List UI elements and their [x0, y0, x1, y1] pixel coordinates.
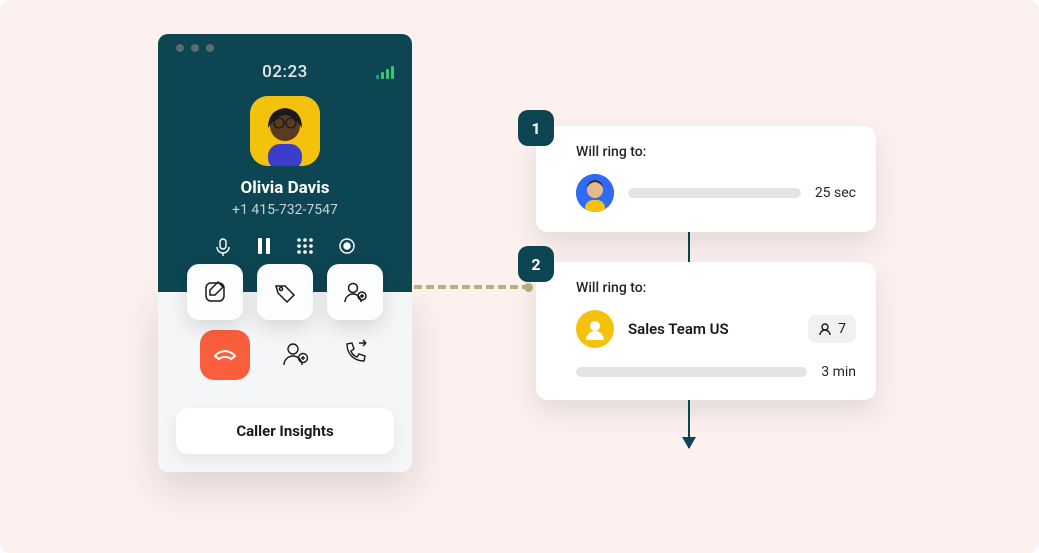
- caller-avatar: [250, 96, 320, 166]
- connector-dashed: [414, 285, 530, 289]
- step-badge: 1: [518, 110, 554, 146]
- dialpad-icon[interactable]: [297, 238, 313, 256]
- tag-button[interactable]: [257, 264, 313, 320]
- window-control-dot: [206, 44, 214, 52]
- step-title: Will ring to:: [576, 280, 856, 296]
- team-name: Sales Team US: [628, 320, 794, 338]
- step-row: 25 sec: [576, 174, 856, 212]
- big-action-row: [176, 330, 394, 380]
- flow-step-card: 1 Will ring to: 25 sec: [536, 126, 876, 232]
- call-timer: 02:23: [262, 62, 308, 82]
- transfer-call-icon[interactable]: [340, 338, 370, 372]
- pause-icon[interactable]: [257, 238, 271, 256]
- call-header: 02:23 Olivia Davis +1 415-732-7547: [158, 34, 412, 292]
- step-title: Will ring to:: [576, 144, 856, 160]
- flow-container: 1 Will ring to: 25 sec 2 Will ring to:: [536, 126, 876, 448]
- caller-name: Olivia Davis: [176, 178, 394, 198]
- signal-icon: [376, 66, 394, 79]
- step-duration: 25 sec: [815, 185, 856, 201]
- arrow-down-icon: [688, 400, 690, 448]
- record-icon[interactable]: [339, 238, 355, 256]
- progress-bar: [628, 188, 801, 198]
- window-control-dot: [191, 44, 199, 52]
- timer-row: 02:23: [176, 62, 394, 82]
- person-icon: [818, 322, 832, 336]
- agent-avatar: [576, 174, 614, 212]
- note-button[interactable]: [187, 264, 243, 320]
- step-row: 3 min: [576, 364, 856, 380]
- member-count-pill: 7: [808, 315, 856, 343]
- vertical-connector: [688, 232, 690, 262]
- call-widget: 02:23 Olivia Davis +1 415-732-7547: [158, 34, 412, 472]
- add-contact-icon[interactable]: [280, 338, 310, 372]
- window-controls: [176, 34, 394, 58]
- step-duration: 3 min: [821, 364, 856, 380]
- window-control-dot: [176, 44, 184, 52]
- connector-dot: [524, 283, 533, 292]
- team-avatar: [576, 310, 614, 348]
- mute-icon[interactable]: [215, 238, 231, 256]
- add-person-button[interactable]: [327, 264, 383, 320]
- mini-action-row: [176, 238, 394, 256]
- caller-number: +1 415-732-7547: [176, 202, 394, 218]
- illustration-stage: 02:23 Olivia Davis +1 415-732-7547: [0, 0, 1039, 553]
- square-action-row: [158, 264, 412, 320]
- member-count: 7: [838, 321, 846, 337]
- caller-insights-button[interactable]: Caller Insights: [176, 408, 394, 454]
- step-badge: 2: [518, 246, 554, 282]
- step-team-row: Sales Team US 7: [576, 310, 856, 348]
- hangup-button[interactable]: [200, 330, 250, 380]
- progress-bar: [576, 367, 807, 377]
- flow-step-card: 2 Will ring to: Sales Team US 7: [536, 262, 876, 400]
